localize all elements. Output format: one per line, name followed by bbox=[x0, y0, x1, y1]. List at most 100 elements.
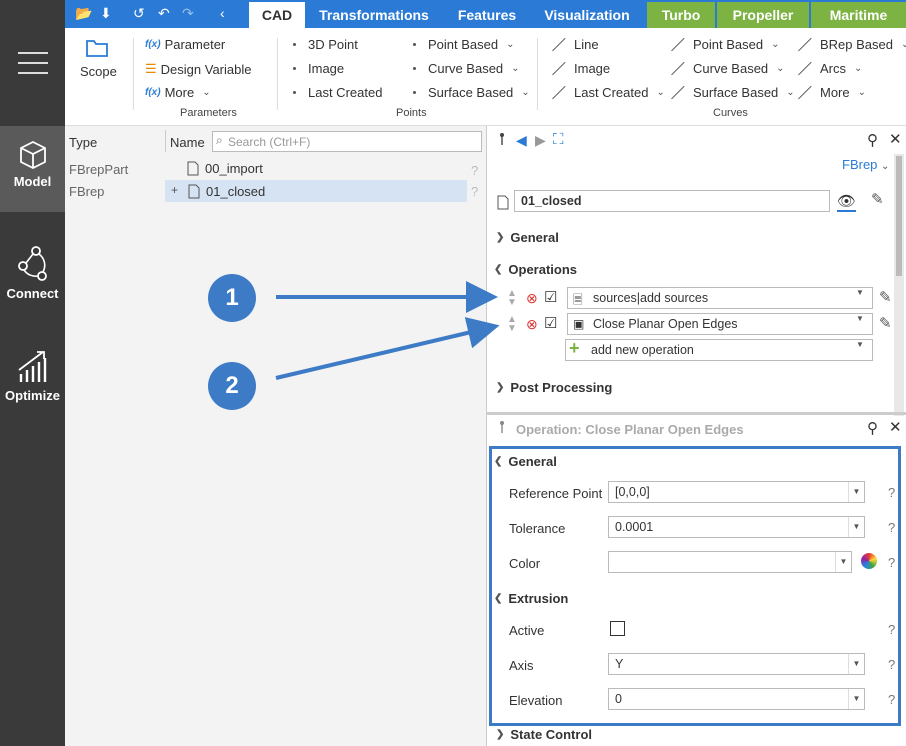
more-curves-button[interactable]: More ⌄ bbox=[798, 85, 866, 100]
group-label-parameters: Parameters bbox=[180, 107, 237, 119]
brep-based-button[interactable]: BRep Based ⌄ bbox=[798, 37, 906, 52]
help-icon[interactable]: ? bbox=[888, 485, 895, 500]
curve-last-created-button[interactable]: Last Created ⌄ bbox=[552, 85, 665, 100]
sidebar-item-label: Connect bbox=[6, 286, 59, 301]
point-curve-based-button[interactable]: Curve Based ⌄ bbox=[413, 61, 520, 76]
close-icon[interactable]: ✕ bbox=[889, 130, 902, 148]
line-button[interactable]: Line bbox=[552, 37, 599, 52]
operation-field[interactable]: sources|add sources bbox=[567, 287, 873, 309]
tab-maritime[interactable]: Maritime bbox=[809, 2, 906, 28]
history-icon[interactable]: ↺ bbox=[133, 5, 145, 22]
column-header-type[interactable]: Type bbox=[69, 135, 97, 150]
color-field[interactable]: ▼ bbox=[608, 551, 852, 573]
tolerance-field[interactable]: 0.0001 ▼ bbox=[608, 516, 865, 538]
edit-pencil-icon[interactable]: ✎ bbox=[879, 288, 892, 306]
help-icon[interactable]: ? bbox=[471, 184, 478, 199]
parameter-button[interactable]: f(x) Parameter bbox=[145, 37, 225, 52]
arcs-button[interactable]: Arcs ⌄ bbox=[798, 61, 862, 76]
edit-pencil-icon[interactable]: ✎ bbox=[871, 190, 884, 208]
checkbox-checked[interactable]: ☑ bbox=[544, 288, 557, 306]
chevron-down-icon[interactable]: ▼ bbox=[856, 288, 864, 297]
undo-icon[interactable]: ↶ bbox=[158, 5, 170, 22]
color-wheel-icon[interactable] bbox=[861, 553, 877, 569]
sliders-icon: ☰ bbox=[145, 61, 157, 76]
folder-open-icon[interactable]: 📂 bbox=[75, 5, 92, 22]
drag-handle-icon[interactable]: ▲ ▼ bbox=[507, 315, 517, 334]
help-icon[interactable]: ? bbox=[888, 692, 895, 707]
scrollbar[interactable] bbox=[894, 154, 904, 416]
point-last-created-button[interactable]: Last Created bbox=[293, 85, 382, 100]
search-icon[interactable]: ⚲ bbox=[867, 419, 878, 437]
elevation-field[interactable]: 0 ▼ bbox=[608, 688, 865, 710]
scope-button[interactable]: Scope bbox=[80, 64, 117, 79]
sidebar-item-label: Model bbox=[13, 174, 52, 189]
section-general[interactable]: ❯ General bbox=[496, 230, 559, 245]
sidebar-item-connect[interactable]: Connect bbox=[0, 232, 65, 318]
tab-cad[interactable]: CAD bbox=[249, 2, 305, 28]
section-operations[interactable]: ❮ Operations bbox=[494, 262, 577, 277]
active-checkbox[interactable] bbox=[610, 621, 625, 636]
more-parameters-button[interactable]: f(x) More ⌄ bbox=[145, 85, 211, 100]
help-icon[interactable]: ? bbox=[471, 163, 478, 178]
focus-icon[interactable]: ⛶ bbox=[553, 131, 564, 148]
edit-pencil-icon[interactable]: ✎ bbox=[879, 314, 892, 332]
curve-surface-based-button[interactable]: Surface Based ⌄ bbox=[671, 85, 795, 100]
checkbox-checked[interactable]: ☑ bbox=[544, 314, 557, 332]
reference-point-field[interactable]: [0,0,0] ▼ bbox=[608, 481, 865, 503]
chevron-down-icon[interactable]: ▼ bbox=[856, 340, 864, 349]
help-icon[interactable]: ? bbox=[888, 657, 895, 672]
pin-icon[interactable]: ​ bbox=[499, 132, 505, 149]
type-selector[interactable]: FBrep ⌄ bbox=[842, 157, 889, 172]
function-icon: f(x) bbox=[145, 39, 161, 50]
tab-propeller[interactable]: Propeller bbox=[715, 2, 809, 28]
curve-point-based-button[interactable]: Point Based ⌄ bbox=[671, 37, 780, 52]
back-arrow-icon[interactable]: ◀ bbox=[516, 132, 527, 149]
connect-icon bbox=[17, 246, 47, 281]
tree-row-type: FBrep bbox=[69, 184, 105, 199]
sidebar-item-model[interactable]: Model bbox=[0, 126, 65, 212]
add-operation-field[interactable]: add new operation bbox=[565, 339, 873, 361]
hamburger-menu-icon[interactable] bbox=[0, 28, 65, 98]
visibility-eye-icon[interactable]: 👁 bbox=[837, 192, 857, 212]
tab-visualization[interactable]: Visualization bbox=[535, 2, 639, 28]
point-based-button[interactable]: Point Based ⌄ bbox=[413, 37, 515, 52]
splitter[interactable] bbox=[487, 412, 906, 415]
forward-arrow-icon[interactable]: ▶ bbox=[535, 132, 546, 149]
redo-icon[interactable]: ↷ bbox=[182, 5, 194, 22]
search-input[interactable]: ⌕ Search (Ctrl+F) bbox=[212, 131, 482, 152]
curve-curve-based-button[interactable]: Curve Based ⌄ bbox=[671, 61, 785, 76]
elevation-label: Elevation bbox=[509, 693, 563, 708]
tab-transformations[interactable]: Transformations bbox=[311, 2, 437, 28]
section-state-control[interactable]: ❯ State Control bbox=[496, 727, 592, 742]
drag-handle-icon[interactable]: ▲ ▼ bbox=[507, 289, 517, 308]
section-general[interactable]: ❮ General bbox=[494, 454, 557, 469]
help-icon[interactable]: ? bbox=[888, 555, 895, 570]
tab-turbo[interactable]: Turbo bbox=[645, 2, 715, 28]
design-variable-button[interactable]: ☰ Design Variable bbox=[145, 61, 251, 77]
point-surface-based-button[interactable]: Surface Based ⌄ bbox=[413, 85, 530, 100]
operation-field[interactable]: Close Planar Open Edges bbox=[567, 313, 873, 335]
close-icon[interactable]: ✕ bbox=[889, 418, 902, 436]
pin-icon[interactable] bbox=[499, 420, 505, 437]
sidebar-item-optimize[interactable]: Optimize bbox=[0, 336, 65, 422]
help-icon[interactable]: ? bbox=[888, 622, 895, 637]
section-extrusion[interactable]: ❮ Extrusion bbox=[494, 591, 568, 606]
tree-row-00-import[interactable]: 00_import bbox=[187, 161, 263, 176]
remove-icon[interactable]: ⊗ bbox=[526, 290, 538, 307]
axis-select[interactable]: Y ▼ bbox=[608, 653, 865, 675]
3d-point-button[interactable]: 3D Point bbox=[293, 37, 358, 52]
column-header-name[interactable]: Name bbox=[170, 135, 205, 150]
remove-icon[interactable]: ⊗ bbox=[526, 316, 538, 333]
help-icon[interactable]: ? bbox=[888, 520, 895, 535]
tab-features[interactable]: Features bbox=[447, 2, 527, 28]
curve-image-button[interactable]: Image bbox=[552, 61, 610, 76]
chevron-down-icon[interactable]: ▼ bbox=[856, 314, 864, 323]
point-image-button[interactable]: Image bbox=[293, 61, 344, 76]
chevron-left-icon[interactable]: ‹ bbox=[220, 5, 225, 21]
object-name-field[interactable]: 01_closed bbox=[514, 190, 830, 212]
download-icon[interactable]: ⬇ bbox=[100, 5, 112, 22]
search-icon[interactable]: ⚲ bbox=[867, 131, 878, 149]
expand-icon[interactable]: + bbox=[171, 183, 178, 197]
section-post-processing[interactable]: ❯ Post Processing bbox=[496, 380, 612, 395]
tree-row-01-closed[interactable]: + 01_closed bbox=[165, 180, 467, 202]
